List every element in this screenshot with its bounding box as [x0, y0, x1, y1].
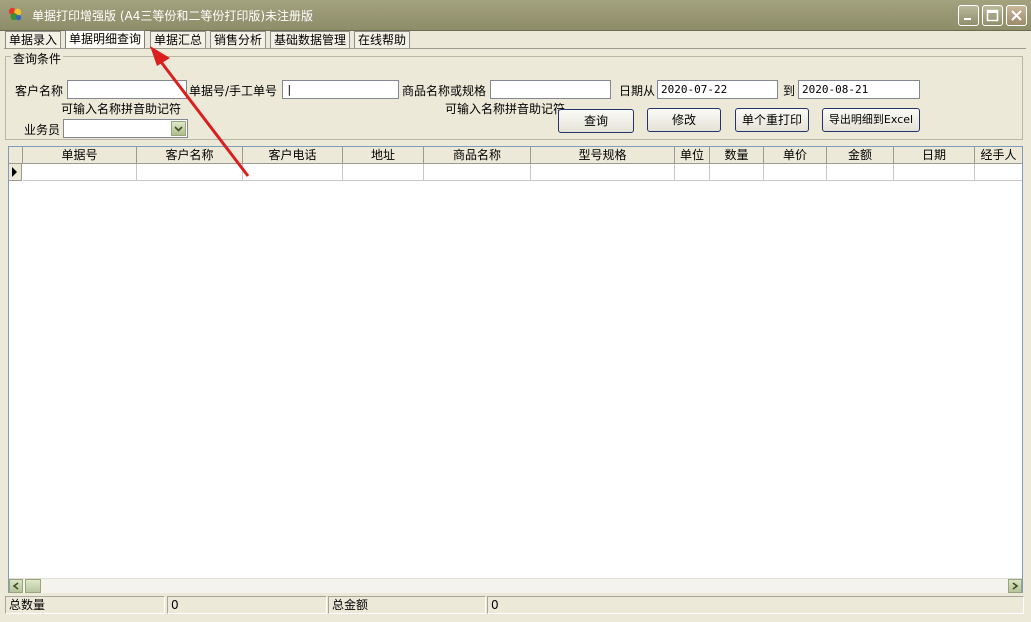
salesman-select[interactable] [63, 119, 188, 138]
table-cell[interactable] [975, 164, 1022, 181]
table-cell[interactable] [764, 164, 827, 181]
scroll-thumb[interactable] [25, 579, 41, 593]
table-cell[interactable] [531, 164, 675, 181]
table-cell[interactable] [343, 164, 424, 181]
date-from-input[interactable]: 2020-07-22 [657, 80, 778, 99]
customer-label: 客户名称 [15, 84, 64, 98]
app-icon [8, 7, 22, 21]
table-cell[interactable] [827, 164, 894, 181]
edit-button[interactable]: 修改 [647, 108, 721, 132]
total-qty-value: 0 [167, 596, 327, 614]
table-cell[interactable] [894, 164, 975, 181]
column-header[interactable]: 经手人 [975, 147, 1022, 164]
scroll-right-button[interactable] [1008, 579, 1022, 593]
close-button[interactable] [1006, 5, 1027, 26]
export-excel-button[interactable]: 导出明细到Excel [822, 108, 920, 132]
scroll-left-button[interactable] [9, 579, 23, 593]
minimize-icon [964, 18, 971, 20]
query-group-title: 查询条件 [11, 50, 64, 67]
column-header[interactable]: 客户电话 [243, 147, 343, 164]
column-header[interactable]: 地址 [343, 147, 424, 164]
table-cell[interactable] [710, 164, 764, 181]
date-to-input[interactable]: 2020-08-21 [798, 80, 920, 99]
salesman-dropdown-button[interactable] [171, 121, 186, 136]
column-header[interactable]: 金额 [827, 147, 894, 164]
bill-no-label: 单据号/手工单号 [189, 84, 278, 98]
table-cell[interactable] [23, 164, 137, 181]
salesman-label: 业务员 [24, 123, 61, 137]
date-to-label: 到 [783, 84, 796, 98]
customer-input[interactable] [67, 80, 187, 99]
column-header[interactable]: 日期 [894, 147, 975, 164]
bill-no-input[interactable]: | [282, 80, 399, 99]
total-qty-label: 总数量 [5, 596, 165, 614]
total-amount-label: 总金额 [328, 596, 486, 614]
tab-bill-entry[interactable]: 单据录入 [5, 31, 62, 48]
column-header[interactable]: 型号规格 [531, 147, 675, 164]
table-cell[interactable] [137, 164, 243, 181]
date-from-label: 日期从 [619, 84, 656, 98]
tab-online-help[interactable]: 在线帮助 [354, 31, 411, 48]
column-header[interactable]: 商品名称 [424, 147, 531, 164]
minimize-button[interactable] [958, 5, 979, 26]
maximize-button[interactable] [982, 5, 1003, 26]
tab-divider [4, 48, 1026, 49]
table-cell[interactable] [424, 164, 531, 181]
horizontal-scrollbar[interactable] [9, 578, 1022, 593]
table-cell[interactable] [243, 164, 343, 181]
chevron-right-icon [1012, 582, 1019, 590]
chevron-down-icon [174, 126, 183, 132]
maximize-icon [986, 9, 999, 22]
table-cell[interactable] [675, 164, 710, 181]
product-hint: 可输入名称拼音助记符 [445, 102, 566, 116]
row-indicator [9, 164, 22, 181]
title-bar: 单据打印增强版 (A4三等份和二等份打印版)未注册版 [0, 0, 1031, 31]
column-header[interactable]: 数量 [710, 147, 764, 164]
tab-base-data[interactable]: 基础数据管理 [270, 31, 351, 48]
reprint-button[interactable]: 单个重打印 [735, 108, 809, 132]
current-row-arrow-icon [12, 167, 17, 177]
column-header[interactable]: 客户名称 [137, 147, 243, 164]
tab-bill-summary[interactable]: 单据汇总 [150, 31, 207, 48]
close-icon [1011, 10, 1022, 21]
customer-hint: 可输入名称拼音助记符 [61, 102, 182, 116]
search-button[interactable]: 查询 [558, 109, 634, 133]
status-bar: 总数量 0 总金额 0 [0, 596, 1031, 622]
product-label: 商品名称或规格 [402, 84, 487, 98]
window-title: 单据打印增强版 (A4三等份和二等份打印版)未注册版 [32, 9, 314, 23]
detail-grid[interactable]: 单据号 客户名称 客户电话 地址 商品名称 型号规格 单位 数量 单价 金额 日… [8, 146, 1023, 593]
tab-bill-detail-query[interactable]: 单据明细查询 [65, 30, 146, 49]
tab-sales-analysis[interactable]: 销售分析 [210, 31, 267, 48]
column-header[interactable]: 单位 [675, 147, 710, 164]
column-header[interactable]: 单据号 [23, 147, 137, 164]
column-header[interactable]: 单价 [764, 147, 827, 164]
grid-corner [9, 147, 23, 164]
chevron-left-icon [12, 582, 19, 590]
total-amount-value: 0 [487, 596, 1024, 614]
product-input[interactable] [490, 80, 611, 99]
